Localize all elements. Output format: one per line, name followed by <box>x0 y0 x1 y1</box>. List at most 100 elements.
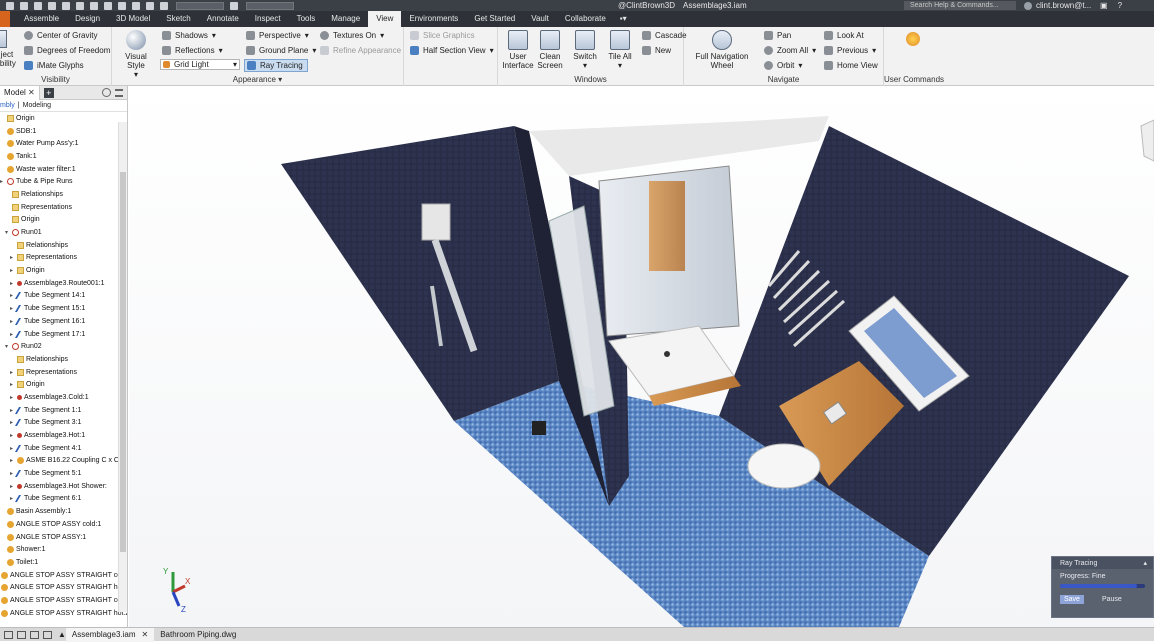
user-account[interactable]: clint.brown@t... <box>1024 0 1091 11</box>
tree-node[interactable]: SDB:1 <box>0 125 127 138</box>
help-icon[interactable]: ? <box>1118 1 1122 10</box>
orbit-button[interactable]: Orbit ▾ <box>764 61 802 70</box>
tab-inspect[interactable]: Inspect <box>247 11 289 27</box>
scrollbar-thumb[interactable] <box>120 172 126 552</box>
tab-annotate[interactable]: Annotate <box>199 11 247 27</box>
modeling-view-link[interactable]: Modeling <box>23 102 51 109</box>
center-of-gravity-button[interactable]: Center of Gravity <box>24 31 97 40</box>
browser-tab-model[interactable]: Model ✕ <box>0 85 40 100</box>
tree-node[interactable]: ▸ Tube Segment 16:1 <box>0 315 127 328</box>
assembly-view-link[interactable]: mbly <box>0 102 15 109</box>
cascade-view-icon[interactable] <box>17 630 26 639</box>
browser-scrollbar[interactable] <box>118 122 127 612</box>
reflections-button[interactable]: Reflections ▾ <box>162 46 223 55</box>
tree-node[interactable]: ▸ Tube Segment 15:1 <box>0 302 127 315</box>
home-tab-icon[interactable]: ▲ <box>58 630 66 639</box>
tree-node[interactable]: ▸ Representations <box>0 366 127 379</box>
tree-node[interactable]: ▸ ASME B16.22 Coupling C x C 1 <box>0 455 127 468</box>
tree-node[interactable]: Water Pump Ass'y:1 <box>0 137 127 150</box>
tree-node[interactable]: Basin Assembly:1 <box>0 505 127 518</box>
tab-vault[interactable]: Vault <box>523 11 557 27</box>
tree-node[interactable]: ANGLE STOP ASSY:1 <box>0 531 127 544</box>
tab-3d-model[interactable]: 3D Model <box>108 11 158 27</box>
menu-icon[interactable] <box>115 89 123 97</box>
app-menu-icon[interactable] <box>6 1 14 10</box>
lighting-style-select[interactable]: Grid Light ▾ <box>160 59 240 70</box>
appearance-combo[interactable] <box>246 1 294 10</box>
cascade-button[interactable]: Cascade <box>642 31 687 40</box>
tree-node[interactable]: ANGLE STOP ASSY STRAIGHT cold:2 <box>0 594 127 607</box>
tree-node[interactable]: ▸ Origin <box>0 264 127 277</box>
cart-icon[interactable]: ▣ <box>1100 1 1108 10</box>
tree-node[interactable]: ▸ Assemblage3.Route001:1 <box>0 277 127 290</box>
measure-icon[interactable] <box>160 1 168 10</box>
save-button[interactable]: Save <box>1060 595 1084 604</box>
tree-node[interactable]: Relationships <box>0 353 127 366</box>
expand-icon[interactable]: ▸ <box>10 267 16 274</box>
vertical-view-icon[interactable] <box>43 630 52 639</box>
expand-icon[interactable]: ▸ <box>10 254 16 261</box>
tree-node[interactable]: ▸ Assemblage3.Hot:1 <box>0 429 127 442</box>
tree-node[interactable]: ▸ Tube Segment 6:1 <box>0 493 127 506</box>
ray-tracing-button[interactable]: Ray Tracing <box>244 59 308 72</box>
tab-assemble[interactable]: Assemble <box>16 11 67 27</box>
tree-node[interactable]: ▸ Tube Segment 1:1 <box>0 404 127 417</box>
tab-view[interactable]: View <box>368 11 402 27</box>
graphics-viewport[interactable]: Y X Z Ray Tracing ▴ Progress: Fine Save … <box>129 86 1154 627</box>
tile-all-button[interactable]: Tile All ▾ <box>604 30 636 70</box>
tree-node[interactable]: ANGLE STOP ASSY STRAIGHT cold:1 <box>0 569 127 582</box>
expand-icon[interactable]: ▸ <box>10 432 16 439</box>
user-command-icon[interactable] <box>906 32 920 46</box>
tree-node[interactable]: ▸ Tube Segment 4:1 <box>0 442 127 455</box>
clean-screen-button[interactable]: Clean Screen <box>536 30 564 70</box>
save-icon[interactable] <box>48 1 56 10</box>
shadows-button[interactable]: Shadows ▾ <box>162 31 216 40</box>
tabs-overflow-icon[interactable]: ▪▾ <box>614 11 633 27</box>
tree-node[interactable]: ▸ Origin <box>0 378 127 391</box>
tree-node[interactable]: Shower:1 <box>0 543 127 556</box>
tree-node[interactable]: Relationships <box>0 188 127 201</box>
search-icon[interactable] <box>102 88 111 97</box>
close-icon[interactable]: ✕ <box>142 628 149 642</box>
pause-button[interactable]: Pause <box>1102 596 1122 603</box>
full-navigation-wheel-button[interactable]: Full Navigation Wheel <box>694 30 750 70</box>
expand-icon[interactable]: ▸ <box>10 369 16 376</box>
tree-node[interactable]: ▸ Tube Segment 5:1 <box>0 467 127 480</box>
tree-node[interactable]: Toilet:1 <box>0 556 127 569</box>
tree-node[interactable]: Representations <box>0 201 127 214</box>
perspective-button[interactable]: Perspective ▾ <box>246 31 309 40</box>
tree-node[interactable]: ▸ Tube Segment 3:1 <box>0 417 127 430</box>
degrees-of-freedom-button[interactable]: Degrees of Freedom <box>24 46 110 55</box>
tab-collaborate[interactable]: Collaborate <box>557 11 614 27</box>
tab-environments[interactable]: Environments <box>401 11 466 27</box>
open-file-icon[interactable] <box>34 1 42 10</box>
close-icon[interactable]: ✕ <box>28 88 35 97</box>
tree-node[interactable]: Origin <box>0 112 127 125</box>
properties-icon[interactable] <box>146 1 154 10</box>
tree-node[interactable]: ▸ Representations <box>0 252 127 265</box>
tree-node[interactable]: ▾ Run02 <box>0 340 127 353</box>
tree-node[interactable]: ANGLE STOP ASSY STRAIGHT hot:2 <box>0 607 127 620</box>
tree-node[interactable]: Tank:1 <box>0 150 127 163</box>
expand-icon[interactable]: ▸ <box>10 381 16 388</box>
tree-node[interactable]: ▸ Tube Segment 14:1 <box>0 290 127 303</box>
expand-icon[interactable]: ▸ <box>10 483 16 490</box>
doc-tab-assemblage3[interactable]: Assemblage3.iam ✕ <box>65 627 155 642</box>
file-tab[interactable] <box>0 11 10 27</box>
expand-icon[interactable]: ▸ <box>10 457 16 464</box>
pan-button[interactable]: Pan <box>764 31 791 40</box>
ground-plane-button[interactable]: Ground Plane ▾ <box>246 46 316 55</box>
refine-appearance-button[interactable]: Refine Appearance <box>320 46 401 55</box>
textures-on-button[interactable]: Textures On ▾ <box>320 31 384 40</box>
redo-icon[interactable] <box>76 1 84 10</box>
tab-sketch[interactable]: Sketch <box>158 11 198 27</box>
visual-style-button[interactable]: Visual Style ▾ <box>116 30 156 79</box>
horizontal-view-icon[interactable] <box>30 630 39 639</box>
zoom-all-button[interactable]: Zoom All ▾ <box>764 46 816 55</box>
appearance-icon[interactable] <box>230 1 238 10</box>
tree-node[interactable]: ▸ Tube Segment 17:1 <box>0 328 127 341</box>
user-interface-button[interactable]: User Interface <box>500 30 536 70</box>
tab-manage[interactable]: Manage <box>323 11 368 27</box>
half-section-view-button[interactable]: Half Section View ▾ <box>410 46 494 55</box>
tree-node[interactable]: ▸ Tube & Pipe Runs <box>0 175 127 188</box>
